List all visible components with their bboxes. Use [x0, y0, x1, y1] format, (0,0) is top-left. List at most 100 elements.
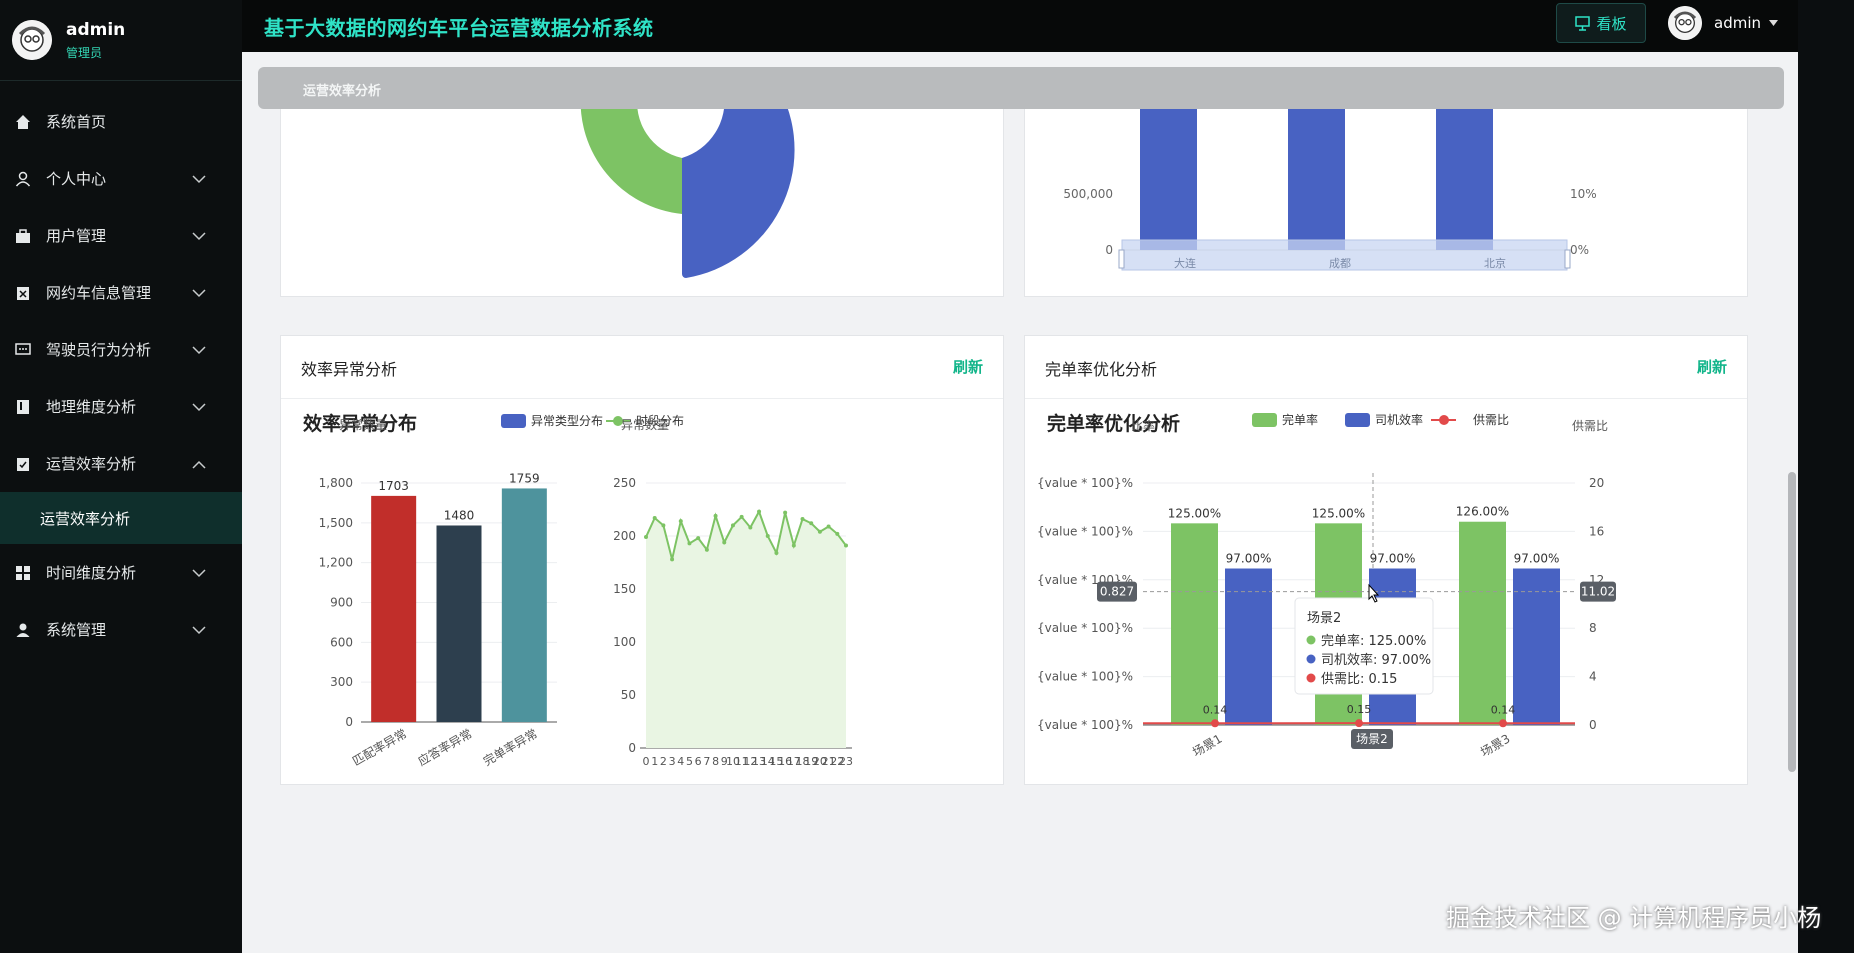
- breadcrumb: 运营效率分析: [258, 67, 1784, 109]
- bar-data-label: 1703: [378, 479, 409, 493]
- y-tick-label: {value * 100}%: [1037, 718, 1133, 732]
- y-tick-label: 100: [613, 635, 636, 649]
- y-tick-label: 150: [613, 582, 636, 596]
- user-menu[interactable]: admin: [1668, 6, 1778, 40]
- board-button[interactable]: 看板: [1556, 3, 1646, 43]
- sidebar-item-car-info[interactable]: 网约车信息管理: [0, 264, 242, 321]
- line-point: [713, 513, 718, 518]
- user-name: admin: [1714, 14, 1761, 32]
- legend-swatch-type: [501, 414, 526, 428]
- breadcrumb-item[interactable]: 运营效率分析: [303, 80, 381, 99]
- y-axis-label: 比率: [1131, 418, 1155, 433]
- panel-anomaly: 效率异常分析 刷新 效率异常分布 异常类型分布 时段分布 异常数量 0 300 600 90…: [280, 335, 1004, 785]
- sidebar-item-home[interactable]: 系统首页: [0, 93, 242, 150]
- x-tick-label: 2: [660, 755, 667, 768]
- x-tick-label: 4: [677, 755, 684, 768]
- crosshair-label-left: 0.827: [1100, 585, 1134, 599]
- refresh-button[interactable]: 刷新: [1697, 356, 1727, 377]
- chevron-up-icon: [192, 455, 206, 473]
- sidebar-item-personal[interactable]: 个人中心: [0, 150, 242, 207]
- grid-icon: [14, 564, 32, 582]
- x-tick-label: 8: [712, 755, 719, 768]
- line-point: [1499, 719, 1507, 728]
- sidebar-item-system[interactable]: 系统管理: [0, 601, 242, 658]
- data-zoom-handle-right[interactable]: [1564, 249, 1571, 269]
- line-point: [783, 510, 788, 515]
- bar-data-label: 97.00%: [1370, 552, 1416, 566]
- line-point: [704, 547, 709, 552]
- bar-chengdu: [1288, 92, 1345, 250]
- line-point: [696, 536, 701, 541]
- app-title: 基于大数据的网约车平台运营数据分析系统: [264, 16, 654, 40]
- legend-marker: [1439, 415, 1449, 425]
- data-zoom-handle-left[interactable]: [1118, 249, 1125, 269]
- y2-tick-label: 0: [1589, 718, 1597, 732]
- legend-label: 异常类型分布: [531, 414, 603, 428]
- tooltip-row: 完单率: 125.00%: [1321, 633, 1426, 649]
- panel-header: 效率异常分析 刷新: [281, 336, 1003, 399]
- tooltip-marker: [1306, 654, 1316, 664]
- panel-title: 完单率优化分析: [1045, 360, 1158, 379]
- tooltip-row: 供需比: 0.15: [1321, 672, 1397, 687]
- line-point: [687, 541, 692, 546]
- line-point: [678, 519, 683, 524]
- y-tick-label: 0: [1105, 243, 1113, 257]
- presentation-icon: [1575, 15, 1591, 31]
- sidebar-subitem-efficiency-analysis[interactable]: 运营效率分析: [0, 492, 242, 544]
- chevron-down-icon: [192, 398, 206, 416]
- y-tick-label: 600: [330, 635, 353, 649]
- donut-slice-blue: [682, 92, 795, 278]
- line-point: [809, 521, 814, 526]
- panel-header: 完单率优化分析 刷新: [1025, 336, 1747, 399]
- scrollbar[interactable]: [1788, 472, 1796, 772]
- sidebar-item-users[interactable]: 用户管理: [0, 207, 242, 264]
- refresh-button[interactable]: 刷新: [953, 356, 983, 377]
- chevron-down-icon: [192, 564, 206, 582]
- line-point: [670, 557, 675, 562]
- y2-tick-label: 8: [1589, 621, 1597, 635]
- x-tick-label: 5: [686, 755, 693, 768]
- chevron-down-icon: [192, 341, 206, 359]
- line-point: [765, 534, 770, 538]
- top-bar: 基于大数据的网约车平台运营数据分析系统 看板 admin: [242, 0, 1798, 52]
- line-point: [748, 525, 753, 530]
- bar: [371, 495, 417, 722]
- panel-title: 效率异常分析: [301, 360, 398, 379]
- y2-tick-label: 4: [1589, 670, 1597, 684]
- y-tick-label: 900: [330, 596, 353, 610]
- sidebar-item-efficiency[interactable]: 运营效率分析: [0, 435, 242, 492]
- y-tick-label: 200: [613, 529, 636, 543]
- anomaly-chart: 异常类型分布 时段分布异常数量03006009001,2001,5001,800 1…: [319, 413, 853, 769]
- donut-chart: [580, 92, 795, 278]
- briefcase-icon: [14, 227, 32, 245]
- admin-avatar[interactable]: [12, 20, 52, 60]
- tooltip-marker: [1306, 635, 1316, 645]
- city-bar-chart: 500,000 0 10% 0% 大连 成都 北京: [1063, 92, 1597, 271]
- y-tick-label: {value * 100}%: [1037, 670, 1133, 684]
- panel-city-bars: 500,000 0 10% 0% 大连 成都 北京: [1024, 87, 1748, 297]
- x-tick-label: 0: [643, 755, 650, 768]
- watermark: 掘金技术社区 @ 计算机程序员小杨: [1446, 904, 1822, 932]
- line-point: [817, 529, 822, 534]
- sidebar-item-geo[interactable]: 地理维度分析: [0, 378, 242, 435]
- checklist-icon: [14, 455, 32, 473]
- sidebar-item-label: 网约车信息管理: [46, 284, 152, 302]
- line-point: [739, 514, 744, 519]
- caret-down-icon: [1769, 20, 1778, 26]
- sidebar-brand: admin 管理员: [0, 0, 242, 81]
- bar: [436, 525, 482, 722]
- bar-dalian: [1140, 92, 1197, 250]
- y-axis-label: 异常数量: [621, 417, 669, 432]
- sidebar-item-time[interactable]: 时间维度分析: [0, 544, 242, 601]
- person-icon: [14, 621, 32, 639]
- tooltip-row: 司机效率: 97.00%: [1321, 652, 1431, 668]
- sidebar-item-label: 驾驶员行为分析: [46, 341, 152, 359]
- chevron-down-icon: [192, 621, 206, 639]
- bar-data-label: 125.00%: [1168, 506, 1221, 520]
- sidebar-item-driver[interactable]: 驾驶员行为分析: [0, 321, 242, 378]
- sidebar-menu: 系统首页 个人中心 用户管理 网约车信息管理 驾驶员行为分析 地理维度分析 运营…: [0, 93, 242, 658]
- chat-icon: [14, 341, 32, 359]
- bar: [1171, 523, 1218, 725]
- y2-tick-label: 16: [1589, 524, 1604, 538]
- line-data-label: 0.14: [1203, 703, 1228, 716]
